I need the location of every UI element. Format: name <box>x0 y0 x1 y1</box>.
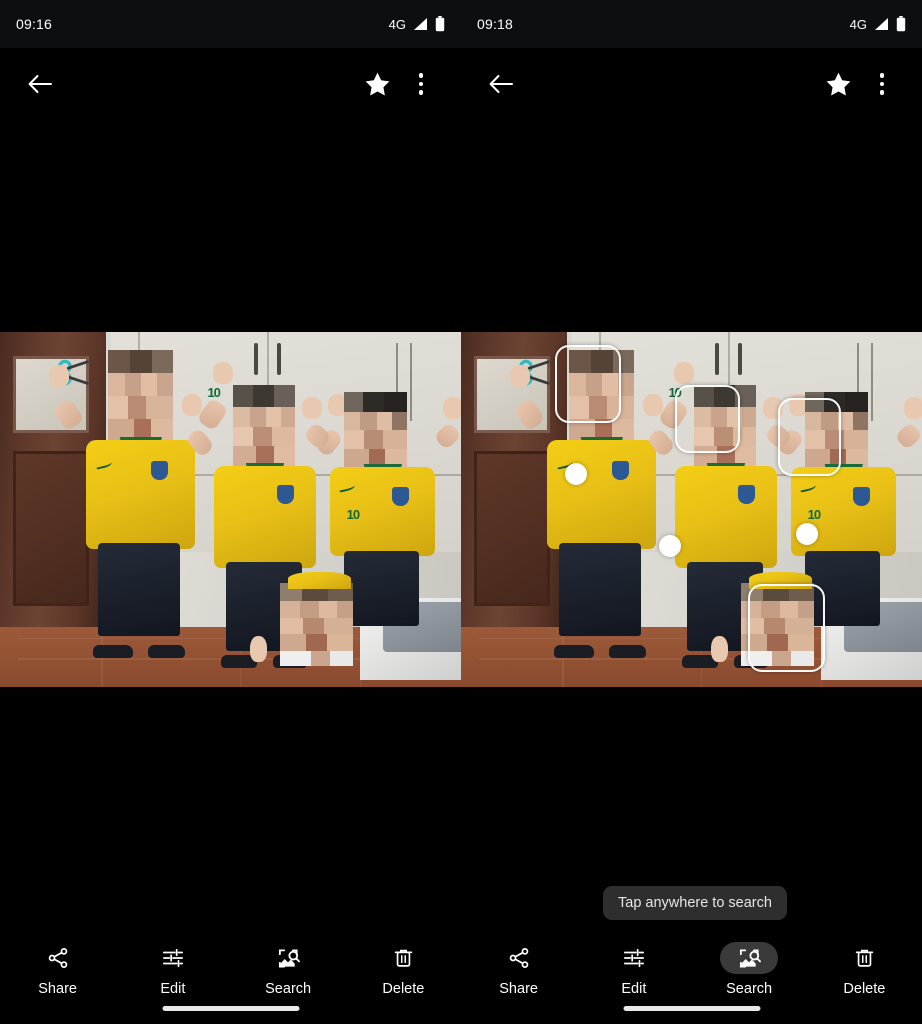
share-icon <box>48 948 67 968</box>
status-bar: 09:16 4G <box>0 0 461 48</box>
battery-icon <box>435 16 445 32</box>
lens-suggestion-dot-2[interactable] <box>659 535 681 557</box>
photo-image: 10 10 <box>0 332 461 687</box>
search-label: Search <box>265 981 312 997</box>
share-button[interactable]: Share <box>461 942 576 997</box>
favorite-button[interactable] <box>816 62 860 106</box>
delete-label: Delete <box>843 981 886 997</box>
edit-label: Edit <box>621 981 647 997</box>
back-arrow-icon <box>489 75 513 93</box>
search-button[interactable]: Search <box>231 942 346 997</box>
lens-suggestion-dot-1[interactable] <box>565 463 587 485</box>
photo-viewer-with-lens[interactable]: 10 10 <box>461 332 922 687</box>
home-indicator[interactable] <box>162 1006 299 1011</box>
face-detection-box-1[interactable] <box>555 345 621 423</box>
share-icon-pill <box>29 942 87 974</box>
star-icon <box>826 72 850 96</box>
edit-label: Edit <box>160 981 186 997</box>
status-icons: 4G <box>389 16 445 32</box>
search-label: Search <box>726 981 773 997</box>
share-icon <box>509 948 528 968</box>
search-icon-pill <box>720 942 779 974</box>
dual-screenshot-comparison: 09:16 4G 10 10 Share Edit Search Delete … <box>0 0 922 1024</box>
battery-icon <box>896 16 906 32</box>
share-icon-pill <box>490 942 548 974</box>
network-type-label: 4G <box>388 16 406 32</box>
signal-bars-icon <box>875 18 888 30</box>
signal-bars-icon <box>414 18 427 30</box>
edit-button[interactable]: Edit <box>115 942 230 997</box>
delete-label: Delete <box>382 981 425 997</box>
edit-button[interactable]: Edit <box>576 942 691 997</box>
more-vert-icon <box>418 73 424 95</box>
share-button[interactable]: Share <box>0 942 115 997</box>
face-detection-box-3[interactable] <box>778 398 841 476</box>
overflow-menu-button[interactable] <box>399 62 443 106</box>
panel-after: 09:18 4G 10 10 Tap anywhere to search Sh… <box>461 0 922 1024</box>
delete-icon-pill <box>374 942 432 974</box>
status-bar: 09:18 4G <box>461 0 922 48</box>
back-arrow-icon <box>28 75 52 93</box>
delete-button[interactable]: Delete <box>346 942 461 997</box>
share-label: Share <box>499 981 538 997</box>
share-label: Share <box>38 981 77 997</box>
favorite-button[interactable] <box>355 62 399 106</box>
bottom-action-bar: Share Edit Search Delete <box>0 928 461 1024</box>
tune-sliders-icon <box>162 948 183 968</box>
search-tooltip: Tap anywhere to search <box>603 886 787 920</box>
app-bar <box>0 48 461 120</box>
edit-icon-pill <box>144 942 202 974</box>
status-time: 09:18 <box>477 16 514 32</box>
status-icons: 4G <box>850 16 906 32</box>
status-time: 09:16 <box>16 16 53 32</box>
search-icon-pill <box>259 942 317 974</box>
lens-image-search-icon <box>739 948 761 968</box>
back-button[interactable] <box>18 62 62 106</box>
star-icon <box>365 72 389 96</box>
tune-sliders-icon <box>623 948 644 968</box>
app-bar <box>461 48 922 120</box>
trash-can-icon <box>394 949 413 967</box>
search-button[interactable]: Search <box>692 942 807 997</box>
jersey-number: 10 <box>346 506 361 522</box>
face-detection-box-4[interactable] <box>748 584 825 672</box>
network-type-label: 4G <box>849 16 867 32</box>
delete-button[interactable]: Delete <box>807 942 922 997</box>
jersey-number: 10 <box>207 385 221 401</box>
lens-suggestion-dot-3[interactable] <box>796 523 818 545</box>
lens-image-search-icon <box>278 948 300 968</box>
panel-before: 09:16 4G 10 10 Share Edit Search Delete <box>0 0 461 1024</box>
delete-icon-pill <box>835 942 893 974</box>
overflow-menu-button[interactable] <box>860 62 904 106</box>
more-vert-icon <box>879 73 885 95</box>
back-button[interactable] <box>479 62 523 106</box>
edit-icon-pill <box>605 942 663 974</box>
jersey-number: 10 <box>807 506 822 522</box>
face-detection-box-2[interactable] <box>675 385 740 453</box>
bottom-action-bar: Share Edit Search Delete <box>461 928 922 1024</box>
photo-viewer[interactable]: 10 10 <box>0 332 461 687</box>
home-indicator[interactable] <box>623 1006 760 1011</box>
trash-can-icon <box>855 949 874 967</box>
